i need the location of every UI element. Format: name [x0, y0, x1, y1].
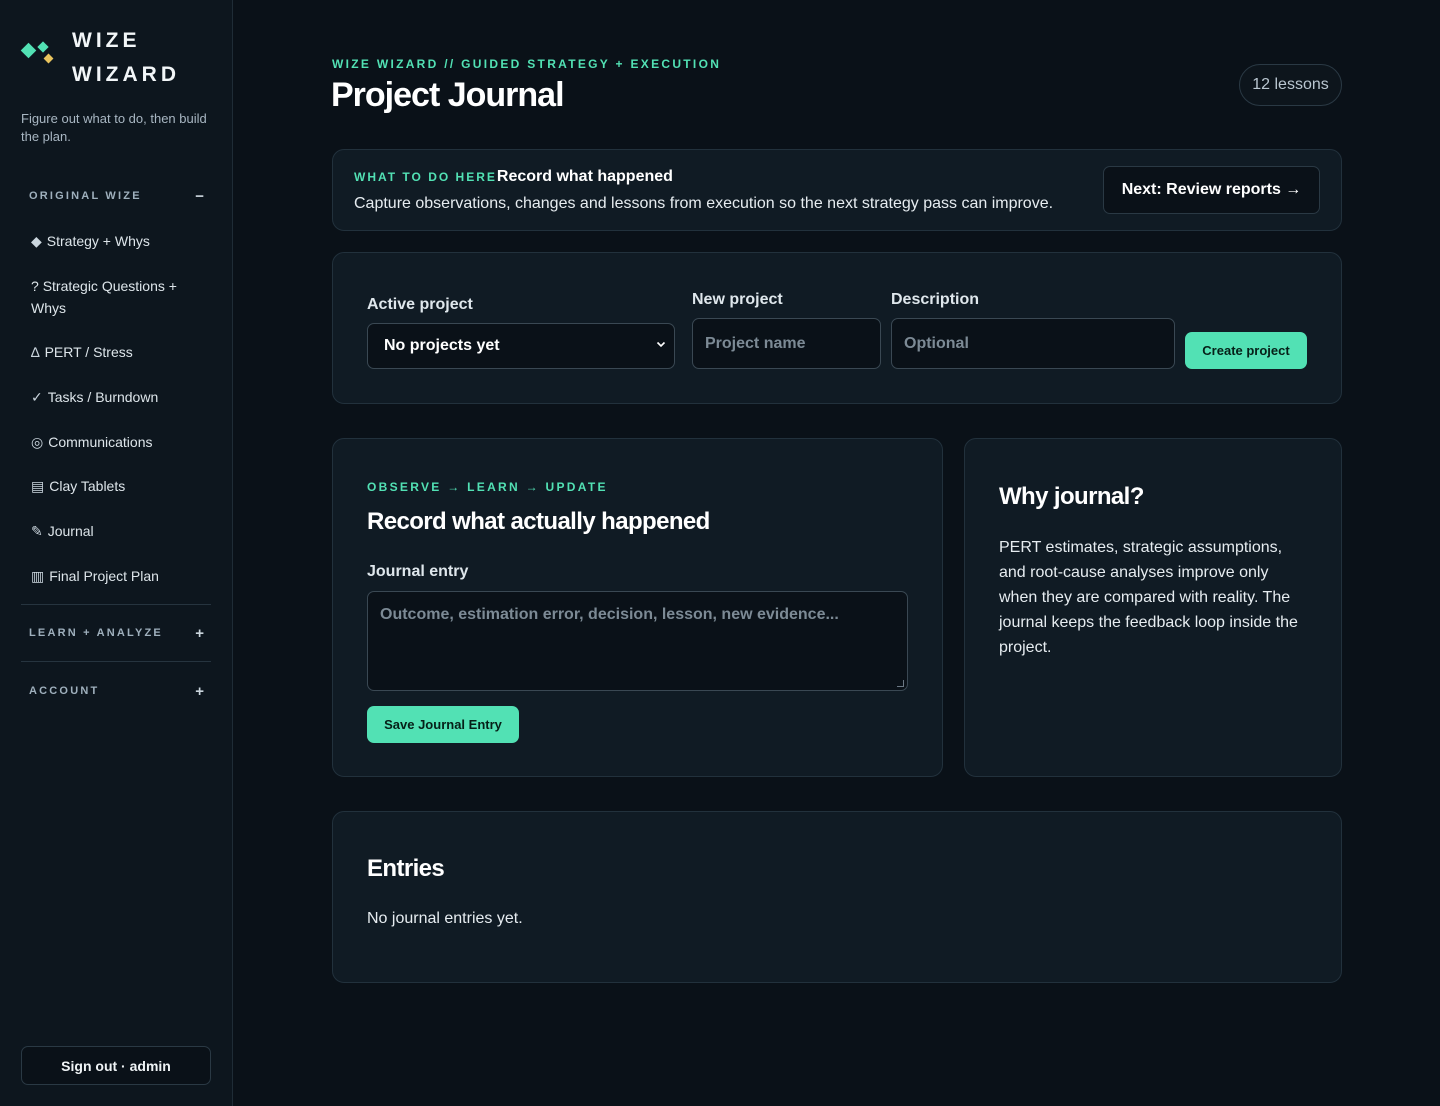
project-name-input[interactable]: Project name	[692, 318, 881, 369]
active-project-value: No projects yet	[384, 337, 500, 354]
divider	[21, 661, 211, 662]
entries-title: Entries	[367, 855, 445, 882]
collapse-icon[interactable]: −	[195, 188, 204, 205]
sidebar-item-text: Strategic Questions + Whys	[31, 278, 177, 316]
create-project-button[interactable]: Create project	[1185, 332, 1307, 369]
diamond-icon: ◆	[31, 233, 42, 249]
hint-label: WHAT TO DO HERE	[354, 170, 497, 184]
sidebar-item-final-plan[interactable]: ▥ Final Project Plan	[31, 565, 206, 587]
brand-tagline: Figure out what to do, then build the pl…	[21, 111, 207, 144]
sign-out-button[interactable]: Sign out · admin	[21, 1046, 211, 1085]
why-journal-card: Why journal? PERT estimates, strategic a…	[964, 438, 1342, 777]
columns-icon: ▥	[31, 568, 45, 584]
sidebar-item-label: PERT / Stress	[44, 344, 133, 360]
journal-entry-card: OBSERVE → LEARN → UPDATE Record what act…	[332, 438, 943, 777]
active-project-label: Active project	[367, 296, 473, 313]
entries-card: Entries No journal entries yet.	[332, 811, 1342, 983]
sidebar-item-label: Communications	[48, 434, 153, 450]
section-label: ORIGINAL WIZE	[29, 190, 142, 202]
sidebar-item-label: Clay Tablets	[49, 478, 126, 494]
journal-entry-placeholder: Outcome, estimation error, decision, les…	[380, 606, 839, 623]
sidebar-item-tasks[interactable]: ✓ Tasks / Burndown	[31, 386, 206, 408]
sidebar-item-label: Tasks / Burndown	[47, 389, 159, 405]
active-project-select[interactable]: No projects yet	[367, 323, 675, 369]
divider	[21, 604, 211, 605]
description-input[interactable]: Optional	[891, 318, 1175, 369]
delta-icon: ∆	[31, 344, 40, 360]
sidebar-item-label: Strategy + Whys	[46, 233, 150, 249]
entries-empty-state: No journal entries yet.	[367, 910, 523, 927]
journal-entry-label: Journal entry	[367, 563, 469, 580]
logo-diamonds-icon	[20, 40, 57, 70]
why-title: Why journal?	[999, 483, 1144, 510]
journal-title: Record what actually happened	[367, 508, 710, 535]
expand-icon[interactable]: +	[195, 683, 204, 700]
tablet-icon: ▤	[31, 478, 45, 494]
save-journal-entry-button[interactable]: Save Journal Entry	[367, 706, 519, 743]
resize-handle-icon[interactable]	[897, 680, 904, 687]
hint-card: WHAT TO DO HERE Record what happened Cap…	[332, 149, 1342, 231]
next-review-reports-button[interactable]: Next: Review reports →	[1103, 166, 1320, 214]
section-account[interactable]: ACCOUNT +	[29, 683, 204, 700]
lessons-badge[interactable]: 12 lessons	[1239, 64, 1342, 106]
target-icon: ◎	[31, 434, 44, 450]
sidebar-item-label: ? Strategic Questions + Whys	[31, 275, 206, 319]
hint-description: Capture observations, changes and lesson…	[354, 195, 1054, 212]
sidebar-item-strategy[interactable]: ◆ Strategy + Whys	[31, 230, 206, 252]
brand[interactable]: WIZE WIZARD	[20, 24, 192, 92]
sidebar-item-clay-tablets[interactable]: ▤ Clay Tablets	[31, 475, 206, 497]
section-original-wize[interactable]: ORIGINAL WIZE −	[29, 188, 204, 205]
brand-line-2: WIZARD	[72, 63, 180, 86]
brand-line-1: WIZE	[72, 29, 141, 52]
section-learn-analyze[interactable]: LEARN + ANALYZE +	[29, 625, 204, 642]
sidebar-item-pert[interactable]: ∆ PERT / Stress	[31, 341, 206, 363]
page-eyebrow: WIZE WIZARD // GUIDED STRATEGY + EXECUTI…	[332, 57, 722, 71]
hint-title: Record what happened	[496, 168, 673, 185]
description-label: Description	[891, 291, 980, 308]
journal-eyebrow: OBSERVE → LEARN → UPDATE	[367, 480, 608, 494]
pencil-icon: ✎	[31, 523, 43, 539]
project-form-card: Active project No projects yet New proje…	[332, 252, 1342, 404]
expand-icon[interactable]: +	[195, 625, 204, 642]
chevron-down-icon	[656, 338, 666, 352]
check-icon: ✓	[31, 389, 43, 405]
sidebar: WIZE WIZARD Figure out what to do, then …	[0, 0, 233, 1106]
sidebar-item-communications[interactable]: ◎ Communications	[31, 431, 206, 453]
new-project-label: New project	[692, 291, 783, 308]
journal-entry-textarea[interactable]: Outcome, estimation error, decision, les…	[367, 591, 908, 691]
sidebar-item-label: Final Project Plan	[49, 568, 159, 584]
sidebar-item-label: Journal	[47, 523, 94, 539]
section-label: LEARN + ANALYZE	[29, 627, 163, 639]
question-icon: ?	[31, 278, 39, 294]
section-label: ACCOUNT	[29, 685, 100, 697]
brand-name: WIZE WIZARD	[72, 24, 192, 92]
sidebar-item-strategic-questions[interactable]: ? Strategic Questions + Whys	[31, 275, 206, 319]
sidebar-item-journal[interactable]: ✎ Journal	[31, 520, 206, 542]
hint-heading: WHAT TO DO HERE Record what happened	[354, 168, 673, 186]
page-title: Project Journal	[331, 76, 565, 114]
why-body: PERT estimates, strategic assumptions, a…	[999, 539, 1298, 656]
